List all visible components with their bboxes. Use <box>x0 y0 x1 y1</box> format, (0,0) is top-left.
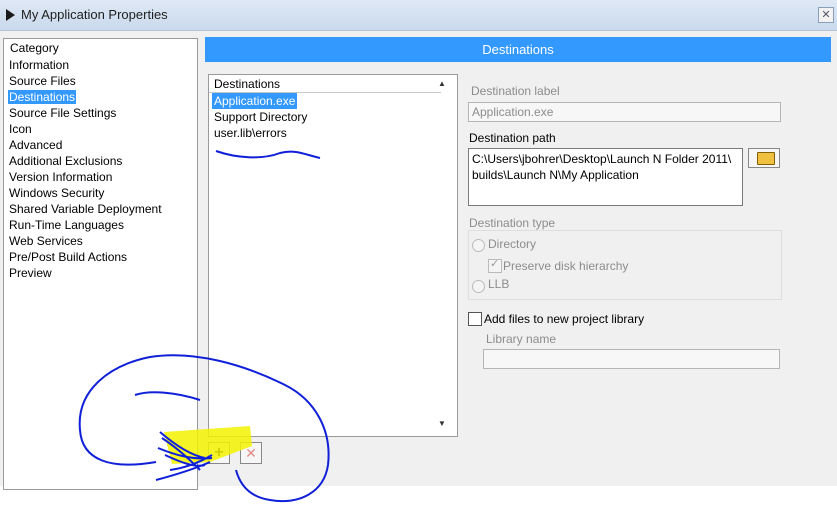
preserve-disk-hierarchy-checkbox[interactable] <box>488 257 502 273</box>
category-item-pre-post-build-actions[interactable]: Pre/Post Build Actions <box>4 249 197 265</box>
list-item[interactable]: Application.exe <box>212 93 298 109</box>
add-files-checkbox[interactable] <box>468 312 482 326</box>
category-item-source-files[interactable]: Source Files <box>4 73 197 89</box>
category-item-web-services[interactable]: Web Services <box>4 233 197 249</box>
destination-label-field[interactable]: Application.exe <box>468 102 781 122</box>
destination-path-line1: C:\Users\jbohrer\Desktop\Launch N Folder… <box>472 152 732 166</box>
close-button[interactable]: ✕ <box>818 7 834 23</box>
directory-radio[interactable] <box>472 239 485 252</box>
add-files-label: Add files to new project library <box>484 312 645 326</box>
title-bar: My Application Properties ✕ <box>0 0 837 31</box>
category-item-version-information[interactable]: Version Information <box>4 169 197 185</box>
category-item-source-file-settings[interactable]: Source File Settings <box>4 105 197 121</box>
destinations-listbox[interactable]: Destinations Application.exe Support Dir… <box>208 74 458 437</box>
category-item-run-time-languages[interactable]: Run-Time Languages <box>4 217 197 233</box>
category-item-windows-security[interactable]: Windows Security <box>4 185 197 201</box>
category-item-advanced[interactable]: Advanced <box>4 137 197 153</box>
destination-path-field[interactable]: C:\Users\jbohrer\Desktop\Launch N Folder… <box>468 148 743 206</box>
destination-label-caption: Destination label <box>471 84 560 98</box>
destination-type-caption: Destination type <box>469 216 556 230</box>
category-item-preview[interactable]: Preview <box>4 265 197 281</box>
labview-icon <box>6 9 15 21</box>
destination-path-line2: builds\Launch N\My Application <box>472 168 639 182</box>
destination-path-caption: Destination path <box>469 131 556 145</box>
category-item-additional-exclusions[interactable]: Additional Exclusions <box>4 153 197 169</box>
category-item-icon[interactable]: Icon <box>4 121 197 137</box>
library-name-caption: Library name <box>486 332 557 346</box>
add-destination-button[interactable]: + <box>208 442 230 464</box>
llb-option-label: LLB <box>488 277 510 291</box>
llb-radio[interactable] <box>472 280 485 293</box>
category-item-information[interactable]: Information <box>4 57 197 73</box>
page-title: Destinations <box>205 37 831 62</box>
category-items: Information Source Files Destinations So… <box>4 57 197 281</box>
list-item[interactable]: user.lib\errors <box>214 125 287 141</box>
folder-open-icon <box>757 152 775 165</box>
destinations-list-header: Destinations <box>214 77 281 91</box>
category-item-shared-variable-deployment[interactable]: Shared Variable Deployment <box>4 201 197 217</box>
list-item[interactable]: Support Directory <box>214 109 307 125</box>
library-name-field[interactable] <box>483 349 780 369</box>
category-header: Category <box>10 41 59 55</box>
category-list[interactable]: Category Information Source Files Destin… <box>3 38 198 490</box>
directory-option-label: Directory <box>488 237 537 251</box>
category-item-destinations[interactable]: Destinations <box>4 89 197 105</box>
window-title: My Application Properties <box>21 7 168 22</box>
scroll-down-arrow-icon[interactable]: ▼ <box>436 419 448 428</box>
preserve-disk-hierarchy-label: Preserve disk hierarchy <box>503 259 629 273</box>
browse-button[interactable] <box>748 148 780 168</box>
scroll-up-arrow-icon[interactable]: ▲ <box>436 79 448 88</box>
remove-destination-button[interactable]: ✕ <box>240 442 262 464</box>
